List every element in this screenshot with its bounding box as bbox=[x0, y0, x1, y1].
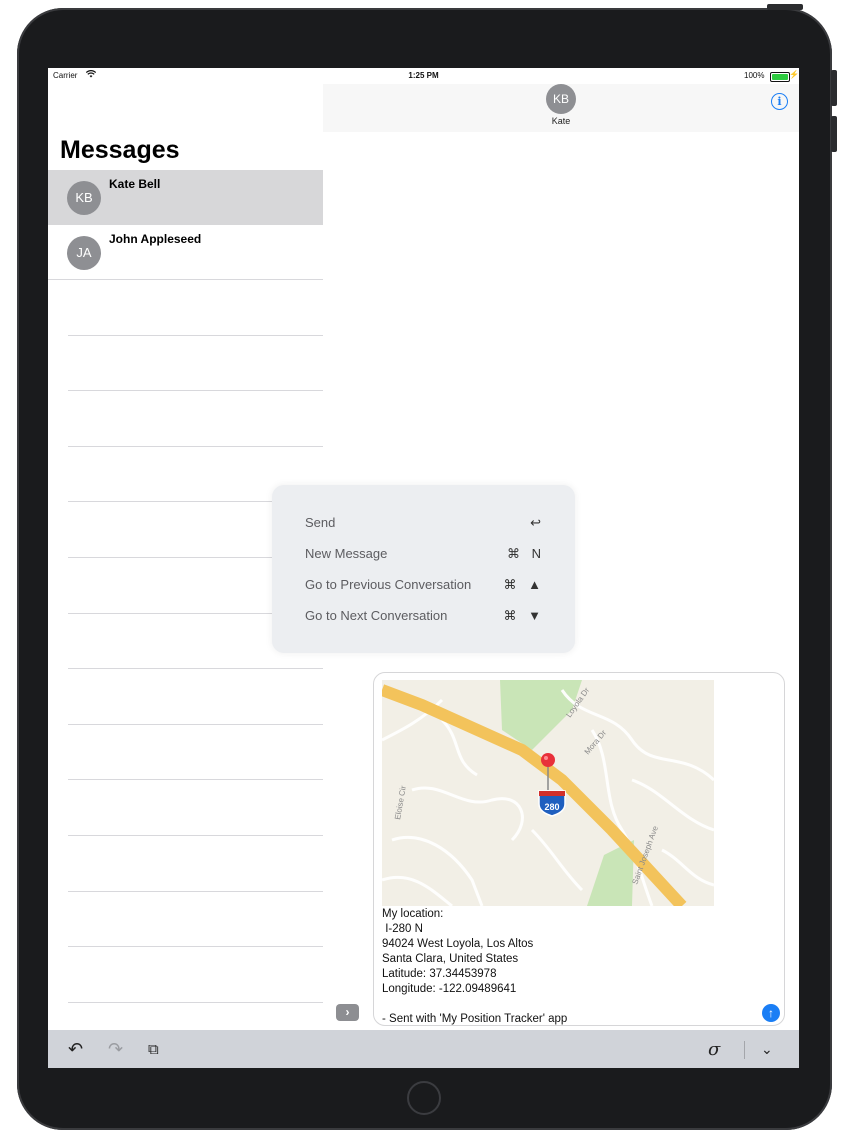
handwriting-icon[interactable]: σ bbox=[708, 1039, 720, 1060]
page-title: Messages bbox=[60, 136, 180, 164]
redo-icon[interactable]: ↷ bbox=[108, 1039, 123, 1060]
conversation-row-kate-bell[interactable]: KB Kate Bell bbox=[48, 170, 323, 225]
empty-list-row bbox=[68, 892, 323, 948]
conversation-name: John Appleseed bbox=[109, 232, 202, 246]
avatar: JA bbox=[67, 236, 101, 270]
shortcut-label: Go to Next Conversation bbox=[305, 608, 448, 623]
empty-list-row bbox=[68, 836, 323, 892]
keyboard-shortcut-bar: ↶ ↷ ⧉ σ ⌄ bbox=[48, 1030, 799, 1068]
paste-icon[interactable]: ⧉ bbox=[148, 1041, 159, 1058]
empty-list-row bbox=[68, 780, 323, 836]
charging-icon: ⚡ bbox=[789, 70, 799, 79]
shortcut-send: Send ↩ bbox=[305, 515, 545, 535]
undo-icon[interactable]: ↶ bbox=[68, 1039, 83, 1060]
shortcut-label: New Message bbox=[305, 546, 388, 561]
chevron-down-icon[interactable]: ⌄ bbox=[761, 1041, 773, 1058]
empty-list-row bbox=[68, 336, 323, 392]
volume-up-button bbox=[831, 70, 837, 106]
empty-list-row bbox=[68, 280, 323, 336]
message-text: My location: I-280 N 94024 West Loyola, … bbox=[382, 908, 568, 1025]
shortcut-keys: ⌘ ▼ bbox=[503, 608, 545, 623]
message-compose-field[interactable]: Loyola Dr Mora Dr Eloise Cir Saint Josep… bbox=[373, 672, 785, 1026]
empty-list-row bbox=[68, 391, 323, 447]
battery-icon bbox=[770, 72, 790, 82]
screen: Carrier 1:25 PM 100% ⚡ KB Kate i Message… bbox=[48, 68, 799, 1068]
power-button bbox=[767, 4, 803, 10]
interstate-shield-icon: 280 bbox=[538, 790, 566, 817]
empty-list-row bbox=[68, 725, 323, 781]
shortcut-next-conversation: Go to Next Conversation ⌘ ▼ bbox=[305, 608, 545, 628]
shortcut-keys: ⌘ N bbox=[507, 546, 545, 561]
clock: 1:25 PM bbox=[408, 71, 439, 80]
shortcut-keys: ⌘ ▲ bbox=[503, 577, 545, 592]
avatar: KB bbox=[67, 181, 101, 215]
shortcut-new-message: New Message ⌘ N bbox=[305, 546, 545, 566]
empty-list-row bbox=[68, 669, 323, 725]
keyboard-shortcuts-panel: Send ↩ New Message ⌘ N Go to Previous Co… bbox=[272, 485, 575, 653]
shortcut-label: Send bbox=[305, 515, 336, 530]
map-image: Loyola Dr Mora Dr Eloise Cir Saint Josep… bbox=[382, 680, 714, 906]
contact-avatar[interactable]: KB bbox=[546, 84, 576, 114]
map-snapshot[interactable]: Loyola Dr Mora Dr Eloise Cir Saint Josep… bbox=[382, 680, 714, 906]
return-key-icon: ↩ bbox=[530, 515, 545, 530]
conversation-row-john-appleseed[interactable]: JA John Appleseed bbox=[48, 225, 323, 280]
status-bar: Carrier 1:25 PM 100% ⚡ bbox=[48, 68, 799, 84]
battery-percent: 100% bbox=[744, 71, 765, 80]
volume-down-button bbox=[831, 116, 837, 152]
expand-apps-button[interactable]: › bbox=[336, 1004, 359, 1021]
home-button[interactable] bbox=[407, 1081, 441, 1115]
contact-name[interactable]: Kate bbox=[323, 116, 799, 126]
conversation-header: KB Kate i bbox=[323, 84, 799, 132]
info-icon[interactable]: i bbox=[771, 93, 788, 110]
svg-text:280: 280 bbox=[544, 802, 559, 812]
empty-list-row bbox=[68, 947, 323, 1003]
send-button[interactable]: ↑ bbox=[762, 1004, 780, 1022]
conversation-name: Kate Bell bbox=[109, 177, 161, 191]
shortcut-label: Go to Previous Conversation bbox=[305, 577, 472, 592]
toolbar-divider bbox=[744, 1041, 745, 1059]
shortcut-previous-conversation: Go to Previous Conversation ⌘ ▲ bbox=[305, 577, 545, 597]
